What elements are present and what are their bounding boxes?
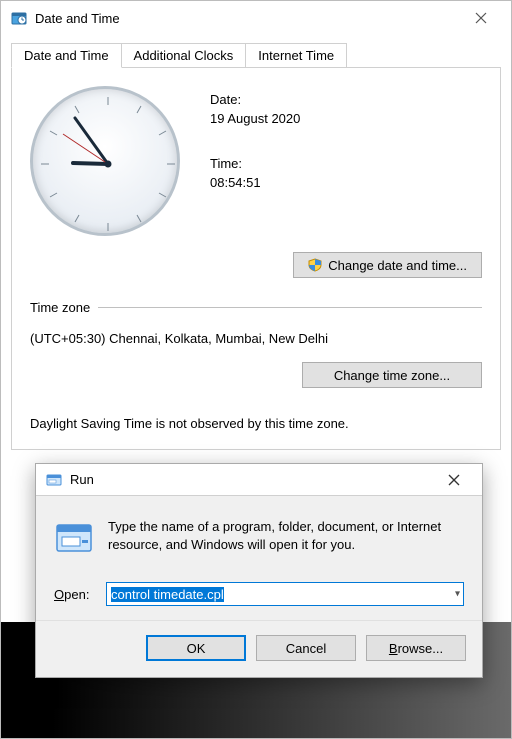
close-button[interactable] xyxy=(461,4,501,32)
date-label: Date: xyxy=(210,92,300,107)
uac-shield-icon xyxy=(308,258,322,272)
tab-additional-clocks[interactable]: Additional Clocks xyxy=(121,43,247,68)
browse-button[interactable]: Browse... xyxy=(366,635,466,661)
run-dialog: Run Type the name of a program, folder, … xyxy=(35,463,483,678)
window-title: Date and Time xyxy=(35,11,461,26)
timezone-section-text: Time zone xyxy=(30,300,98,315)
tab-date-and-time[interactable]: Date and Time xyxy=(11,43,122,68)
cancel-button[interactable]: Cancel xyxy=(256,635,356,661)
dst-text: Daylight Saving Time is not observed by … xyxy=(30,416,482,431)
tab-panel: Date: 19 August 2020 Time: 08:54:51 Chan… xyxy=(11,67,501,450)
run-close-button[interactable] xyxy=(436,468,472,492)
open-input[interactable] xyxy=(106,582,464,606)
run-button-row: OK Cancel Browse... xyxy=(36,620,482,677)
date-value: 19 August 2020 xyxy=(210,111,300,126)
run-icon xyxy=(46,472,62,488)
run-titlebar: Run xyxy=(36,464,482,496)
divider xyxy=(98,307,482,308)
change-date-time-label: Change date and time... xyxy=(328,258,467,273)
time-label: Time: xyxy=(210,156,300,171)
tab-strip: Date and Time Additional Clocks Internet… xyxy=(11,43,501,68)
change-time-zone-button[interactable]: Change time zone... xyxy=(302,362,482,388)
date-time-info: Date: 19 August 2020 Time: 08:54:51 xyxy=(210,86,300,236)
titlebar: Date and Time xyxy=(1,1,511,35)
timezone-value: (UTC+05:30) Chennai, Kolkata, Mumbai, Ne… xyxy=(30,331,482,346)
run-title: Run xyxy=(70,472,436,487)
change-time-zone-label: Change time zone... xyxy=(334,368,450,383)
run-description: Type the name of a program, folder, docu… xyxy=(108,518,464,558)
change-date-time-button[interactable]: Change date and time... xyxy=(293,252,482,278)
timezone-section-label: Time zone xyxy=(30,300,482,315)
tab-internet-time[interactable]: Internet Time xyxy=(245,43,347,68)
analog-clock xyxy=(30,86,180,236)
open-label: Open: xyxy=(54,587,106,602)
run-program-icon xyxy=(54,518,94,558)
time-value: 08:54:51 xyxy=(210,175,300,190)
open-combobox[interactable]: ▾ xyxy=(106,582,464,606)
date-time-icon xyxy=(11,10,27,26)
date-time-window: Date and Time Date and Time Additional C… xyxy=(0,0,512,739)
ok-button[interactable]: OK xyxy=(146,635,246,661)
